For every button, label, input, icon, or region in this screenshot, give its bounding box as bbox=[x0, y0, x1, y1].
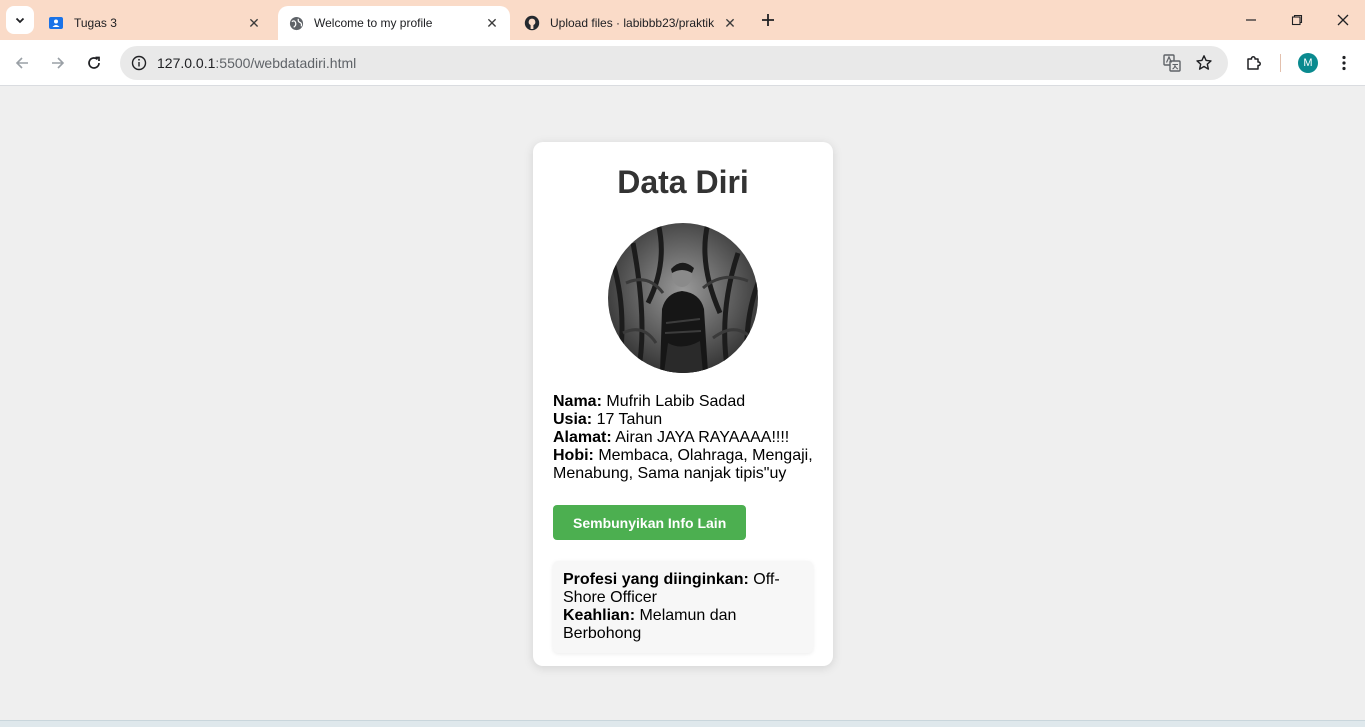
profesi-label: Profesi yang diinginkan: bbox=[563, 571, 749, 588]
bookmark-star-icon[interactable] bbox=[1192, 51, 1216, 75]
reload-button[interactable] bbox=[79, 48, 109, 78]
nama-value: Mufrih Labib Sadad bbox=[606, 393, 746, 410]
close-icon bbox=[1337, 14, 1349, 26]
minimize-button[interactable] bbox=[1228, 0, 1274, 40]
close-icon[interactable]: ✕ bbox=[722, 15, 738, 31]
tab-upload-files[interactable]: Upload files · labibbb23/praktik ✕ bbox=[514, 6, 748, 40]
new-tab-button[interactable] bbox=[756, 8, 780, 32]
tab-title: Tugas 3 bbox=[74, 16, 117, 30]
extra-info-box: Profesi yang diinginkan: Off-Shore Offic… bbox=[553, 561, 813, 653]
taskbar-edge bbox=[0, 720, 1365, 727]
window-close-button[interactable] bbox=[1320, 0, 1365, 40]
translate-icon[interactable] bbox=[1160, 51, 1184, 75]
address-bar[interactable]: 127.0.0.1:5500/webdatadiri.html bbox=[120, 46, 1228, 80]
page-title: Data Diri bbox=[617, 164, 749, 200]
toggle-info-button[interactable]: Sembunyikan Info Lain bbox=[553, 505, 747, 540]
reload-icon bbox=[88, 56, 100, 69]
extensions-icon[interactable] bbox=[1239, 48, 1269, 78]
toolbar-divider bbox=[1280, 54, 1281, 72]
tab-tugas3[interactable]: Tugas 3 ✕ bbox=[38, 6, 272, 40]
globe-icon bbox=[288, 15, 304, 31]
tab-title: Welcome to my profile bbox=[314, 16, 433, 30]
keahlian-label: Keahlian: bbox=[563, 607, 636, 624]
tab-title: Upload files · labibbb23/praktik bbox=[550, 16, 715, 30]
usia-label: Usia: bbox=[553, 411, 593, 428]
browser-toolbar: 127.0.0.1:5500/webdatadiri.html bbox=[0, 40, 1365, 86]
usia-value: 17 Tahun bbox=[596, 411, 663, 428]
plus-icon bbox=[762, 14, 774, 26]
profesi-row: Profesi yang diinginkan: Off-Shore Offic… bbox=[563, 571, 803, 607]
site-info-icon[interactable] bbox=[126, 50, 152, 76]
nama-label: Nama: bbox=[553, 393, 602, 410]
url-path: :5500/webdatadiri.html bbox=[215, 55, 357, 71]
usia-row: Usia: 17 Tahun bbox=[553, 411, 813, 429]
close-icon[interactable]: ✕ bbox=[246, 15, 262, 31]
alamat-value: Airan JAYA RAYAAAA!!!! bbox=[615, 429, 790, 446]
tab-search-button[interactable] bbox=[6, 6, 34, 34]
tab-welcome-profile[interactable]: Welcome to my profile ✕ bbox=[278, 6, 510, 40]
minimize-icon bbox=[1246, 19, 1256, 21]
alamat-label: Alamat: bbox=[553, 429, 612, 446]
chevron-down-icon bbox=[15, 17, 25, 24]
nama-row: Nama: Mufrih Labib Sadad bbox=[553, 393, 813, 411]
restore-icon bbox=[1291, 14, 1303, 26]
restore-button[interactable] bbox=[1274, 0, 1320, 40]
close-icon[interactable]: ✕ bbox=[484, 15, 500, 31]
more-menu-icon[interactable] bbox=[1329, 48, 1359, 78]
hobi-label: Hobi: bbox=[553, 447, 594, 464]
classroom-icon bbox=[48, 15, 64, 31]
profile-photo bbox=[608, 223, 758, 373]
keahlian-row: Keahlian: Melamun dan Berbohong bbox=[563, 607, 803, 643]
back-button[interactable] bbox=[7, 48, 37, 78]
personal-info: Nama: Mufrih Labib Sadad Usia: 17 Tahun … bbox=[553, 393, 813, 483]
tab-strip: Tugas 3 ✕ Welcome to my profile ✕ Upload… bbox=[0, 0, 1365, 40]
arrow-right-icon bbox=[52, 57, 65, 69]
github-icon bbox=[524, 15, 540, 31]
profile-card: Data Diri Nama: Mufrih Labib Sadad Usia:… bbox=[533, 142, 833, 666]
alamat-row: Alamat: Airan JAYA RAYAAAA!!!! bbox=[553, 429, 813, 447]
hobi-row: Hobi: Membaca, Olahraga, Mengaji, Menabu… bbox=[553, 447, 813, 483]
url-text[interactable]: 127.0.0.1:5500/webdatadiri.html bbox=[157, 55, 356, 71]
profile-avatar[interactable]: M bbox=[1298, 53, 1318, 73]
url-host: 127.0.0.1 bbox=[157, 55, 216, 71]
arrow-left-icon bbox=[15, 57, 28, 69]
forward-button[interactable] bbox=[43, 48, 73, 78]
